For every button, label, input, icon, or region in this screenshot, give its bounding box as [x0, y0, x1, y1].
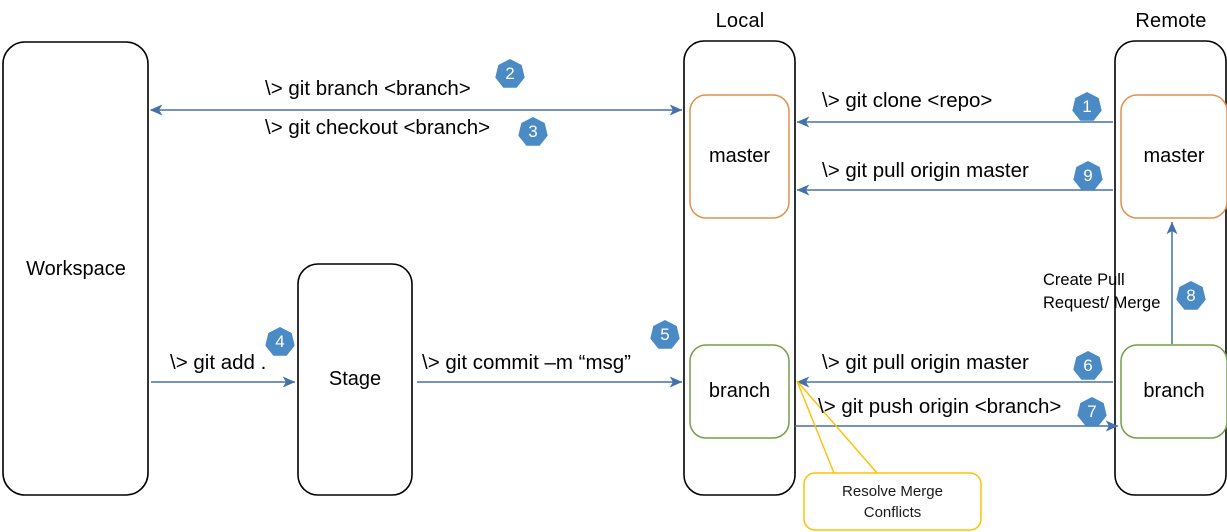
stage-box [297, 263, 413, 496]
command-label-git-pull-master: \> git pull origin master [822, 159, 1029, 182]
diagram-vector-layer [2, 40, 1227, 531]
local-branch-box [689, 344, 790, 439]
remote-master-box [1120, 94, 1227, 219]
note-resolve-merge-line2: Conflicts [863, 504, 922, 521]
workspace-box [2, 41, 149, 496]
command-label-git-branch: \> git branch <branch> [265, 77, 471, 100]
command-label-git-checkout: \> git checkout <branch> [265, 116, 491, 139]
command-label-git-pull-branch: \> git pull origin master [822, 351, 1029, 374]
note-resolve-merge-line1: Resolve Merge [842, 483, 943, 500]
git-workflow-diagram: Local Remote Workspace Stage master bran… [0, 0, 1227, 532]
local-master-box [689, 94, 790, 219]
command-label-git-push: \> git push origin <branch> [818, 395, 1062, 418]
annotation-create-pull-request-line1: Create Pull [1043, 271, 1125, 289]
command-label-git-add: \> git add . [170, 351, 267, 374]
command-label-git-commit: \> git commit –m “msg” [422, 351, 632, 374]
command-label-git-clone: \> git clone <repo> [822, 89, 993, 112]
annotation-create-pull-request-line2: Request/ Merge [1043, 294, 1161, 312]
remote-branch-box [1120, 344, 1227, 439]
